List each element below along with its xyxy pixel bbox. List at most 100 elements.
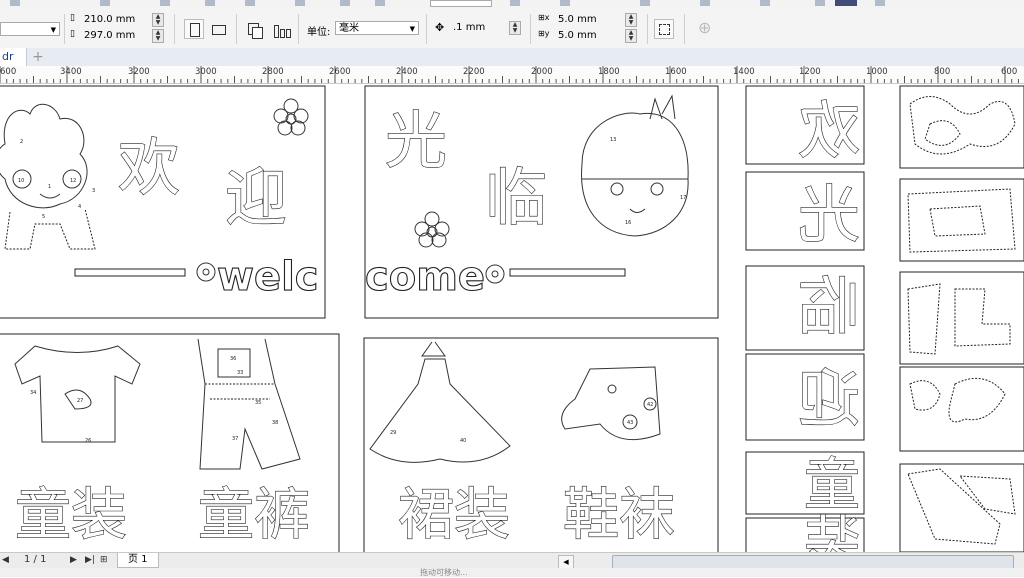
toolbar-icon[interactable] (205, 0, 215, 6)
duplicate-x-field[interactable]: 5.0 mm (555, 13, 621, 27)
strip-char: 欢 (798, 94, 860, 167)
toolbar-icon[interactable] (875, 0, 885, 6)
part-number: 5 (42, 214, 45, 220)
toolbar-icon[interactable] (815, 0, 825, 6)
strip-char: 临 (798, 270, 860, 343)
socks-drawing: 42 43 (561, 366, 661, 441)
strip-char: 迎 (798, 362, 860, 435)
part-number: 34 (30, 390, 36, 396)
ruler-label: 600 (1001, 67, 1018, 77)
horizontal-ruler[interactable]: 600 3400 3200 3000 2800 2600 2400 2200 2… (0, 66, 1024, 84)
treat-as-filled-button[interactable] (654, 19, 674, 39)
part-number: 17 (680, 195, 686, 201)
current-page-icon[interactable] (270, 19, 291, 39)
page-height-spinner[interactable]: ▲ ▼ (152, 29, 164, 43)
units-select[interactable]: 毫米 ▼ (335, 21, 419, 35)
part-number: 1 (48, 184, 51, 190)
last-page-button[interactable]: ▶| (85, 555, 95, 565)
toolbar-icon[interactable] (340, 0, 350, 6)
drawing-canvas[interactable]: .pg{fill:none;stroke:#222;stroke-width:1… (0, 84, 1024, 552)
page-height-field[interactable]: 297.0 mm (81, 29, 147, 43)
duplicate-y-field[interactable]: 5.0 mm (555, 29, 621, 43)
landscape-button[interactable] (208, 19, 228, 39)
page-tab[interactable]: 页 1 (117, 553, 159, 568)
add-tab-button[interactable]: + (30, 49, 46, 65)
add-page-icon[interactable]: ⊞ (100, 555, 108, 565)
next-page-button[interactable]: ▶ (70, 555, 77, 565)
toolbar-icon[interactable] (760, 0, 770, 6)
page-width-field[interactable]: 210.0 mm (81, 13, 147, 27)
status-hint: 拖动可移动... (420, 568, 468, 577)
units-value: 毫米 (339, 23, 359, 34)
artwork-char-lin: 临 (485, 161, 547, 234)
scroll-left-button[interactable]: ◀ (558, 555, 574, 569)
parts-tile (899, 85, 1024, 169)
page-width-icon: ▯ (70, 13, 75, 23)
part-number: 16 (625, 220, 631, 226)
toolbar-icon[interactable] (700, 0, 710, 6)
horizontal-scrollbar-thumb[interactable] (612, 555, 1014, 569)
toolbar-icon[interactable] (560, 0, 570, 6)
toolbar-icon[interactable] (100, 0, 110, 6)
part-number: 10 (18, 178, 24, 184)
artwork-char-huan: 欢 (118, 131, 180, 204)
part-number: 2 (20, 139, 23, 145)
strip-char: 光 (798, 178, 860, 251)
document-tab-strip: dr + (0, 48, 1024, 67)
ruler-label: 2600 (329, 67, 351, 77)
ruler-label: 2200 (463, 67, 485, 77)
toolbar-icon[interactable] (835, 0, 857, 6)
toolbar-icon[interactable] (245, 0, 255, 6)
nudge-spinner[interactable]: ▲ ▼ (509, 21, 521, 35)
label-dresses: 裙装 (398, 483, 510, 548)
toolbar-icon[interactable] (10, 0, 20, 6)
artwork: .pg{fill:none;stroke:#222;stroke-width:1… (0, 85, 1024, 552)
flower-icon (196, 262, 216, 282)
toolbar-icon[interactable] (375, 0, 385, 6)
first-page-button[interactable]: ◀ (2, 555, 9, 565)
zoom-field[interactable] (430, 0, 492, 7)
part-number: 43 (627, 420, 633, 426)
part-number: 13 (610, 137, 616, 143)
banner-line (509, 268, 626, 277)
part-number: 26 (85, 438, 91, 444)
flower-icon (485, 264, 505, 284)
banner-text-left: welc (217, 254, 319, 300)
portrait-button[interactable] (184, 19, 204, 39)
chevron-down-icon: ▼ (409, 25, 415, 33)
label-shoes-socks: 鞋袜 (563, 483, 675, 548)
ruler-label: 2000 (531, 67, 553, 77)
toolbar-icon[interactable] (640, 0, 650, 6)
nudge-distance-field[interactable]: .1 mm (450, 21, 508, 35)
page-width-spinner[interactable]: ▲ ▼ (152, 13, 164, 27)
part-number: 4 (78, 204, 81, 210)
ruler-label: 3200 (128, 67, 150, 77)
toolbar-icon[interactable] (160, 0, 170, 6)
add-icon[interactable]: ⊕ (698, 18, 711, 37)
units-label: 单位: (307, 27, 331, 38)
part-number: 40 (460, 438, 466, 444)
all-pages-icon[interactable] (244, 19, 264, 39)
nudge-icon: ✥ (435, 21, 445, 34)
artwork-char-guang: 光 (385, 104, 447, 177)
parts-tile (899, 366, 1024, 452)
label-childrens-pants: 童裤 (198, 483, 310, 548)
duplicate-x-spinner[interactable]: ▲ ▼ (625, 13, 637, 27)
status-bar: 拖动可移动... (0, 568, 1024, 577)
strip-char: 装 (804, 511, 860, 552)
toolbar-icon[interactable] (295, 0, 305, 6)
document-tab[interactable]: dr (0, 48, 27, 66)
toolbar-icon[interactable] (510, 0, 520, 6)
artwork-char-ying: 迎 (225, 161, 287, 234)
page-height-icon: ▯ (70, 29, 75, 39)
ruler-label: 800 (934, 67, 951, 77)
paper-type-select[interactable]: ▼ (0, 22, 60, 36)
ruler-label: 1600 (665, 67, 687, 77)
flower-icon (414, 211, 450, 248)
overalls-drawing: 36 33 35 37 38 (197, 338, 301, 470)
banner-text-right: come (365, 254, 485, 300)
chevron-down-icon: ▼ (50, 26, 56, 34)
part-number: 35 (255, 400, 261, 406)
duplicate-y-spinner[interactable]: ▲ ▼ (625, 29, 637, 43)
ruler-label: 1800 (598, 67, 620, 77)
